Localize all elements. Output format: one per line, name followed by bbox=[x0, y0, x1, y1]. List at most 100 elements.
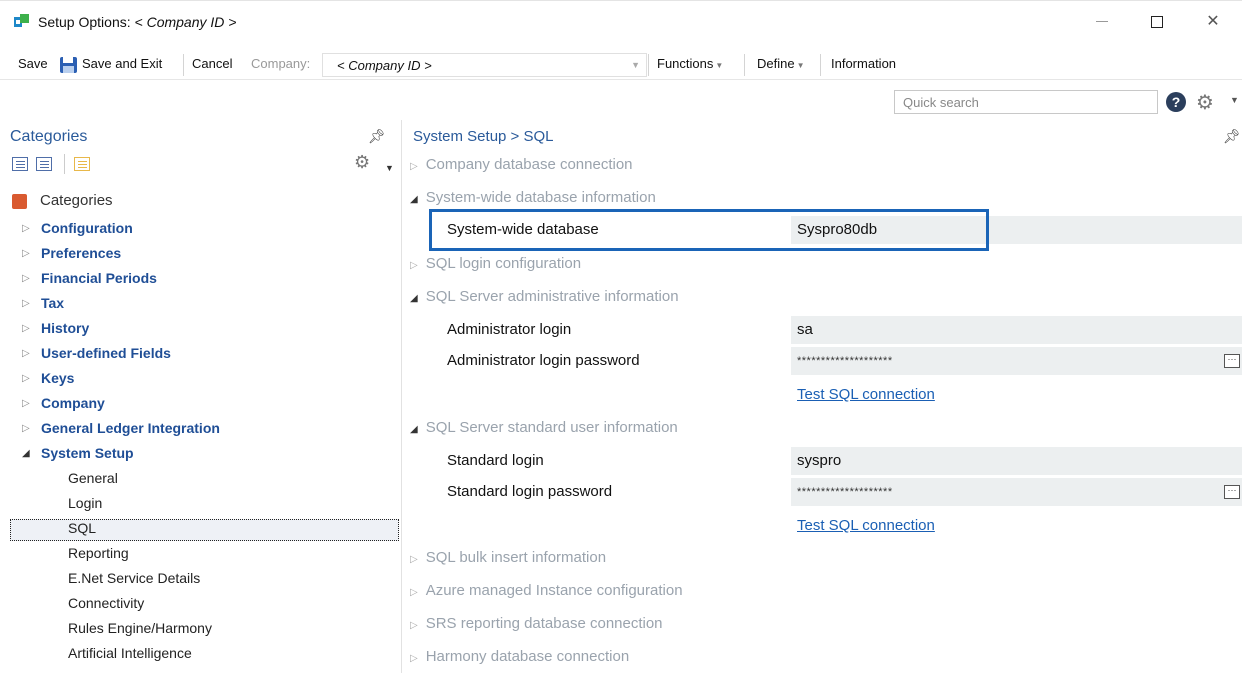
admin-login-value: sa bbox=[797, 321, 813, 338]
grid-view-icon[interactable] bbox=[74, 157, 90, 171]
categories-header: Categories bbox=[10, 128, 88, 145]
chevron-down-icon: ▼ bbox=[631, 60, 640, 70]
collapse-arrow-icon: ◢ bbox=[410, 194, 418, 205]
window-title-prefix: Setup Options: bbox=[38, 14, 131, 30]
section-system-wide[interactable]: ◢ System-wide database information bbox=[410, 189, 656, 206]
expand-arrow-icon[interactable]: ▷ bbox=[22, 423, 30, 434]
gear-icon[interactable]: ⚙ bbox=[1196, 90, 1214, 115]
collapse-arrow-icon: ◢ bbox=[410, 293, 418, 304]
floppy-disk-icon[interactable] bbox=[60, 57, 77, 73]
tree-node-financial-periods[interactable]: ▷ Financial Periods bbox=[0, 268, 402, 293]
tree-node-keys[interactable]: ▷ Keys bbox=[0, 368, 402, 393]
quick-search-placeholder: Quick search bbox=[903, 95, 979, 110]
expand-arrow-icon[interactable]: ▷ bbox=[22, 248, 30, 259]
section-sql-standard[interactable]: ◢ SQL Server standard user information bbox=[410, 419, 678, 436]
tree-node-company[interactable]: ▷ Company bbox=[0, 393, 402, 418]
maximize-button[interactable] bbox=[1134, 7, 1180, 37]
tree-node-history[interactable]: ▷ History bbox=[0, 318, 402, 343]
section-company-db[interactable]: ▷ Company database connection bbox=[410, 156, 633, 173]
tree-node-tax[interactable]: ▷ Tax bbox=[0, 293, 402, 318]
section-label: System-wide database information bbox=[425, 189, 656, 206]
information-button[interactable]: Information bbox=[831, 56, 896, 71]
define-menu[interactable]: Define ▼ bbox=[757, 56, 805, 71]
expand-arrow-icon[interactable]: ▷ bbox=[22, 348, 30, 359]
search-row: Quick search ? ⚙ ▼ bbox=[0, 84, 1242, 120]
section-label: Azure managed Instance configuration bbox=[425, 582, 683, 599]
tree-node-label: Tax bbox=[41, 295, 65, 311]
tree-node-label: Preferences bbox=[41, 245, 122, 261]
standard-login-value: syspro bbox=[797, 452, 842, 469]
tree-node-system-setup[interactable]: ◢ System Setup bbox=[0, 443, 402, 468]
section-srs[interactable]: ▷ SRS reporting database connection bbox=[410, 615, 663, 632]
standard-password-field[interactable]: ******************** ··· bbox=[791, 478, 1242, 506]
expand-all-icon[interactable] bbox=[12, 157, 28, 171]
help-icon[interactable]: ? bbox=[1166, 92, 1186, 112]
section-label: SQL bulk insert information bbox=[425, 549, 607, 566]
expand-arrow-icon[interactable]: ▷ bbox=[22, 373, 30, 384]
tree-child-login[interactable]: Login bbox=[0, 493, 402, 518]
admin-password-label: Administrator login password bbox=[447, 352, 640, 369]
company-dropdown[interactable]: < Company ID > ▼ bbox=[322, 53, 647, 77]
caret-down-icon[interactable]: ▼ bbox=[1230, 95, 1239, 105]
ellipsis-icon[interactable]: ··· bbox=[1224, 354, 1240, 368]
section-sql-admin[interactable]: ◢ SQL Server administrative information bbox=[410, 288, 679, 305]
tree-node-preferences[interactable]: ▷ Preferences bbox=[0, 243, 402, 268]
save-button[interactable]: Save bbox=[18, 56, 48, 71]
admin-login-label: Administrator login bbox=[447, 321, 572, 338]
tree-child-artificial-intelligence[interactable]: Artificial Intelligence bbox=[0, 643, 402, 668]
tree-child-enet-service-details[interactable]: E.Net Service Details bbox=[0, 568, 402, 593]
save-and-exit-button[interactable]: Save and Exit bbox=[82, 56, 162, 71]
section-bulk-insert[interactable]: ▷ SQL bulk insert information bbox=[410, 549, 606, 566]
quick-search-input[interactable]: Quick search bbox=[894, 90, 1158, 114]
tree-node-user-defined-fields[interactable]: ▷ User-defined Fields bbox=[0, 343, 402, 368]
section-azure[interactable]: ▷ Azure managed Instance configuration bbox=[410, 582, 683, 599]
minimize-button[interactable] bbox=[1079, 7, 1125, 37]
toolbar-divider bbox=[744, 54, 745, 76]
functions-menu[interactable]: Functions ▼ bbox=[657, 56, 723, 71]
cancel-button[interactable]: Cancel bbox=[192, 56, 232, 71]
expand-arrow-icon[interactable]: ▷ bbox=[22, 298, 30, 309]
tree-node-general-ledger-integration[interactable]: ▷ General Ledger Integration bbox=[0, 418, 402, 443]
section-harmony[interactable]: ▷ Harmony database connection bbox=[410, 648, 629, 665]
expand-arrow-icon[interactable]: ▷ bbox=[22, 273, 30, 284]
standard-password-label: Standard login password bbox=[447, 483, 613, 500]
tree-child-general[interactable]: General bbox=[0, 468, 402, 493]
pin-icon[interactable]: 📌︎ bbox=[368, 128, 386, 145]
expand-arrow-icon: ▷ bbox=[410, 260, 418, 271]
categories-root-label: Categories bbox=[40, 192, 113, 209]
expand-arrow-icon: ▷ bbox=[410, 587, 418, 598]
gear-icon[interactable]: ⚙ bbox=[354, 152, 370, 173]
tree-child-connectivity[interactable]: Connectivity bbox=[0, 593, 402, 618]
tree-child-rules-engine-harmony[interactable]: Rules Engine/Harmony bbox=[0, 618, 402, 643]
test-sql-connection-admin-link[interactable]: Test SQL connection bbox=[797, 386, 935, 403]
test-sql-connection-standard-link[interactable]: Test SQL connection bbox=[797, 517, 935, 534]
ellipsis-icon[interactable]: ··· bbox=[1224, 485, 1240, 499]
tree-child-label: General bbox=[68, 470, 118, 486]
admin-password-field[interactable]: ******************** ··· bbox=[791, 347, 1242, 375]
tree-node-configuration[interactable]: ▷ Configuration bbox=[0, 218, 402, 243]
pin-icon[interactable]: 📌︎ bbox=[1223, 128, 1241, 145]
close-button[interactable]: ✕ bbox=[1190, 7, 1236, 37]
categories-panel: Categories 📌︎ ⚙ ▼ Categories ▷ Configurat… bbox=[0, 120, 402, 673]
tree-child-reporting[interactable]: Reporting bbox=[0, 543, 402, 568]
categories-icon bbox=[12, 194, 27, 209]
expand-arrow-icon[interactable]: ▷ bbox=[22, 223, 30, 234]
collapse-all-icon[interactable] bbox=[36, 157, 52, 171]
section-label: Company database connection bbox=[425, 156, 633, 173]
view-toolbar bbox=[12, 154, 102, 174]
tree-child-label: Rules Engine/Harmony bbox=[68, 620, 212, 636]
section-label: Harmony database connection bbox=[425, 648, 630, 665]
caret-down-icon[interactable]: ▼ bbox=[385, 163, 394, 173]
admin-login-field[interactable]: sa bbox=[791, 316, 1242, 344]
collapse-arrow-icon[interactable]: ◢ bbox=[22, 448, 30, 459]
section-sql-login-config[interactable]: ▷ SQL login configuration bbox=[410, 255, 581, 272]
close-icon: ✕ bbox=[1206, 13, 1220, 30]
expand-arrow-icon: ▷ bbox=[410, 653, 418, 664]
admin-password-row: Administrator login password ***********… bbox=[429, 347, 1242, 375]
standard-login-field[interactable]: syspro bbox=[791, 447, 1242, 475]
tree-child-sql[interactable]: SQL bbox=[0, 518, 402, 543]
expand-arrow-icon[interactable]: ▷ bbox=[22, 398, 30, 409]
expand-arrow-icon[interactable]: ▷ bbox=[22, 323, 30, 334]
tree-child-label: Login bbox=[68, 495, 103, 511]
tree-child-label: Artificial Intelligence bbox=[68, 645, 192, 661]
